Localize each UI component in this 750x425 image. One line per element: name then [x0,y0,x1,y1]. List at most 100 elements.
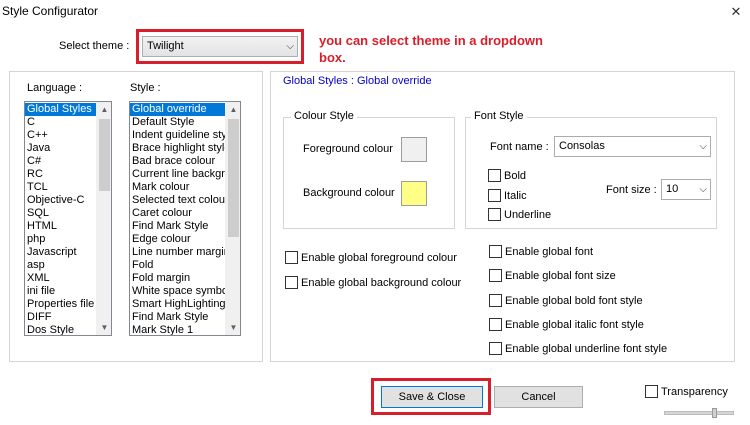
colour-style-group [283,117,455,229]
italic-label: Italic [504,189,527,202]
scroll-down-icon[interactable]: ▼ [226,320,240,335]
list-item[interactable]: Global Styles [25,103,97,116]
foreground-colour-swatch[interactable] [401,137,427,162]
enable-global-bold-checkbox[interactable]: Enable global bold font style [489,294,643,307]
list-item[interactable]: HTML [25,220,97,233]
checkbox-box[interactable] [489,342,502,355]
list-item[interactable]: Caret colour [130,207,226,220]
checkbox-box[interactable] [489,269,502,282]
list-item[interactable]: Objective-C [25,194,97,207]
list-item[interactable]: Mark colour [130,181,226,194]
checkbox-box[interactable] [285,251,298,264]
list-item[interactable]: Selected text colou [130,194,226,207]
save-close-button[interactable]: Save & Close [381,386,483,408]
list-item[interactable]: C# [25,155,97,168]
checkbox-label: Enable global italic font style [505,318,644,331]
list-item[interactable]: Edge colour [130,233,226,246]
list-item[interactable]: Java [25,142,97,155]
list-item[interactable]: asp [25,259,97,272]
list-item[interactable]: Fold margin [130,272,226,285]
style-scrollbar[interactable]: ▲ ▼ [225,102,240,335]
list-item[interactable]: Fold [130,259,226,272]
list-item[interactable]: Indent guideline sty [130,129,226,142]
bold-checkbox[interactable]: Bold [488,169,526,182]
transparency-checkbox[interactable]: Transparency [645,385,728,398]
list-item[interactable]: XML [25,272,97,285]
scroll-down-icon[interactable]: ▼ [97,320,111,335]
list-item[interactable]: Global override [130,103,226,116]
transparency-label: Transparency [661,385,728,398]
theme-dropdown[interactable]: Twilight ⌵ [142,36,298,57]
list-item[interactable]: Line number margin [130,246,226,259]
scroll-up-icon[interactable]: ▲ [226,102,240,117]
font-name-dropdown[interactable]: Consolas ⌵ [554,136,711,157]
list-item[interactable]: Default Style [130,116,226,129]
enable-global-font-checkbox[interactable]: Enable global font [489,245,593,258]
language-scrollbar[interactable]: ▲ ▼ [96,102,111,335]
font-name-label: Font name : [490,141,549,153]
checkbox-label: Enable global font size [505,269,616,282]
list-item[interactable]: Mark Style 1 [130,324,226,335]
list-item[interactable]: RC [25,168,97,181]
list-item[interactable]: Dos Style [25,324,97,335]
list-item[interactable]: Current line backgr [130,168,226,181]
transparency-slider-thumb[interactable] [712,408,717,418]
checkbox-box[interactable] [489,245,502,258]
font-size-dropdown[interactable]: 10 ⌵ [661,179,711,200]
theme-annotation-line1: you can select theme in a dropdown [319,33,543,48]
theme-annotation-line2: box. [319,50,346,65]
style-label: Style : [130,82,161,94]
list-item[interactable]: Properties file [25,298,97,311]
colour-style-title: Colour Style [291,110,357,122]
list-item[interactable]: php [25,233,97,246]
font-name-value: Consolas [559,140,605,152]
checkbox-box[interactable] [489,318,502,331]
transparency-slider-track[interactable] [664,411,734,415]
scroll-thumb[interactable] [99,119,110,191]
list-item[interactable]: Bad brace colour [130,155,226,168]
list-item[interactable]: White space symbo [130,285,226,298]
checkbox-box[interactable] [488,189,501,202]
style-list[interactable]: Global override Default Style Indent guide… [129,101,241,336]
cancel-button[interactable]: Cancel [494,386,583,408]
checkbox-label: Enable global font [505,245,594,258]
select-theme-label: Select theme : [59,40,130,52]
language-list[interactable]: Global Styles C C++ Java C# RC TCL Objective-C S… [24,101,112,336]
checkbox-box[interactable] [285,276,298,289]
list-item[interactable]: C [25,116,97,129]
list-item[interactable]: ini file [25,285,97,298]
list-item[interactable]: Brace highlight style [130,142,226,155]
chevron-down-icon: ⌵ [286,41,294,52]
list-item[interactable]: Find Mark Style [130,220,226,233]
list-item[interactable]: Smart HighLighting [130,298,226,311]
close-icon[interactable]: ✕ [722,0,750,24]
chevron-down-icon: ⌵ [699,141,707,152]
chevron-down-icon: ⌵ [699,184,707,195]
checkbox-label: Enable global background colour [301,276,462,289]
list-item[interactable]: Find Mark Style [130,311,226,324]
underline-checkbox[interactable]: Underline [488,208,551,221]
enable-global-font-size-checkbox[interactable]: Enable global font size [489,269,616,282]
bold-label: Bold [504,169,527,182]
style-heading: Global Styles : Global override [283,75,432,87]
checkbox-box[interactable] [488,169,501,182]
enable-global-background-checkbox[interactable]: Enable global background colour [285,276,461,289]
checkbox-box[interactable] [488,208,501,221]
checkbox-box[interactable] [645,385,658,398]
foreground-colour-label: Foreground colour [303,143,393,155]
enable-global-underline-checkbox[interactable]: Enable global underline font style [489,342,667,355]
enable-global-italic-checkbox[interactable]: Enable global italic font style [489,318,644,331]
enable-global-foreground-checkbox[interactable]: Enable global foreground colour [285,251,457,264]
checkbox-label: Enable global bold font style [505,294,643,307]
scroll-thumb[interactable] [228,119,239,237]
scroll-up-icon[interactable]: ▲ [97,102,111,117]
list-item[interactable]: Javascript [25,246,97,259]
list-item[interactable]: TCL [25,181,97,194]
background-colour-swatch[interactable] [401,181,427,206]
checkbox-box[interactable] [489,294,502,307]
list-item[interactable]: DIFF [25,311,97,324]
font-style-title: Font Style [471,110,527,122]
list-item[interactable]: SQL [25,207,97,220]
italic-checkbox[interactable]: Italic [488,189,527,202]
list-item[interactable]: C++ [25,129,97,142]
